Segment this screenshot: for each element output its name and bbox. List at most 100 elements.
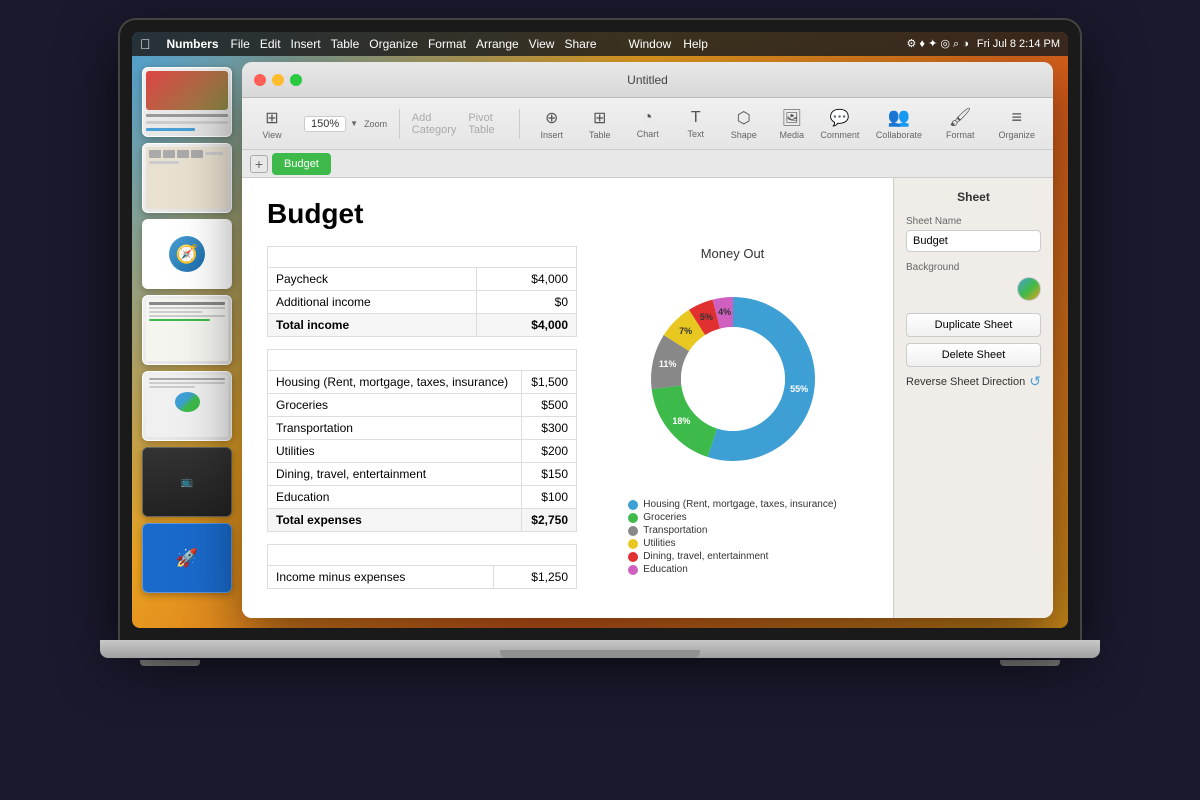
budget-tab[interactable]: Budget xyxy=(272,153,331,175)
menu-view[interactable]: View xyxy=(529,37,555,51)
toolbar-separator-1 xyxy=(399,109,400,139)
transportation-legend-dot xyxy=(628,526,638,536)
dining-value: $150 xyxy=(522,463,577,486)
money-out-table: Money Out Housing (Rent, mortgage, taxes… xyxy=(267,349,577,532)
menu-organize[interactable]: Organize xyxy=(369,37,418,51)
thumbnail-1[interactable] xyxy=(142,67,232,137)
transportation-label: Transportation xyxy=(268,417,522,440)
menubar-datetime: Fri Jul 8 2:14 PM xyxy=(977,38,1060,50)
table-row: Additional income $0 xyxy=(268,291,577,314)
thumbnail-safari[interactable]: 🧭 xyxy=(142,219,232,289)
education-legend-label: Education xyxy=(643,564,687,575)
maximize-button[interactable] xyxy=(290,74,302,86)
education-pct: 4% xyxy=(718,307,731,317)
zoom-control[interactable]: 150% ▼ Zoom xyxy=(304,116,387,132)
reverse-sheet-label: Reverse Sheet Direction xyxy=(906,376,1025,388)
shape-icon: ⬡ xyxy=(737,108,751,128)
media-button[interactable]: 🖼 Media xyxy=(772,104,812,144)
chart-title: Money Out xyxy=(597,246,868,261)
insert-icon: ⊕ xyxy=(545,108,558,128)
text-button[interactable]: T Text xyxy=(676,105,716,143)
money-left-table: Money Left Over Income minus expenses $1… xyxy=(267,544,577,589)
thumbnail-2[interactable] xyxy=(142,143,232,213)
education-legend-dot xyxy=(628,565,638,575)
comment-icon: 💬 xyxy=(830,108,850,128)
add-sheet-button[interactable]: + xyxy=(250,155,268,173)
money-out-header-cell: Money Out xyxy=(268,350,577,371)
menu-edit[interactable]: Edit xyxy=(260,37,281,51)
menu-share[interactable]: Share xyxy=(564,37,596,51)
menubar:  Numbers File Edit Insert Table Organiz… xyxy=(132,32,1068,56)
housing-value: $1,500 xyxy=(522,371,577,394)
apple-logo-icon[interactable]:  xyxy=(140,36,151,52)
table-row: Dining, travel, entertainment $150 xyxy=(268,463,577,486)
media-icon: 🖼 xyxy=(782,108,802,128)
thumbnail-launchpad[interactable]: 🚀 xyxy=(142,523,232,593)
income-minus-value: $1,250 xyxy=(494,566,577,589)
utilities-value: $200 xyxy=(522,440,577,463)
money-out-header: Money Out xyxy=(268,350,577,371)
toolbar-right: 👥 Collaborate 🖌 Format ≡ Organize xyxy=(868,103,1043,144)
view-icon: ⊞ xyxy=(265,108,278,128)
utilities-pct: 7% xyxy=(679,326,692,336)
menubar-app-name[interactable]: Numbers xyxy=(167,37,219,51)
housing-legend-dot xyxy=(628,500,638,510)
sheet-name-input[interactable] xyxy=(906,230,1041,252)
format-button[interactable]: 🖌 Format xyxy=(938,103,983,144)
insert-button[interactable]: ⊕ Insert xyxy=(532,104,572,144)
pivot-table-btn[interactable]: Pivot Table xyxy=(468,112,507,136)
utilities-legend-dot xyxy=(628,539,638,549)
macbook-base xyxy=(100,640,1100,658)
table-row: Education $100 xyxy=(268,486,577,509)
donut-hole xyxy=(681,327,785,431)
minimize-button[interactable] xyxy=(272,74,284,86)
dining-label: Dining, travel, entertainment xyxy=(268,463,522,486)
chart-button[interactable]: ◔ Chart xyxy=(628,105,668,143)
panel-title: Sheet xyxy=(906,190,1041,204)
organize-button[interactable]: ≡ Organize xyxy=(990,103,1043,144)
menu-file[interactable]: File xyxy=(231,37,250,51)
table-button[interactable]: ⊞ Table xyxy=(580,104,620,144)
shape-button[interactable]: ⬡ Shape xyxy=(724,104,764,144)
delete-sheet-button[interactable]: Delete Sheet xyxy=(906,343,1041,367)
money-in-header: Money In xyxy=(268,247,577,268)
close-button[interactable] xyxy=(254,74,266,86)
menu-help[interactable]: Help xyxy=(683,37,708,51)
right-foot xyxy=(1000,660,1060,666)
zoom-value[interactable]: 150% xyxy=(304,116,346,132)
thumbnail-4[interactable] xyxy=(142,371,232,441)
zoom-chevron-icon: ▼ xyxy=(350,119,358,128)
utilities-label: Utilities xyxy=(268,440,522,463)
menu-format[interactable]: Format xyxy=(428,37,466,51)
spreadsheet-content: Budget Money In Payche xyxy=(267,198,868,601)
menu-arrange[interactable]: Arrange xyxy=(476,37,519,51)
menu-table[interactable]: Table xyxy=(331,37,360,51)
window-title: Untitled xyxy=(627,73,668,87)
menubar-right: ⚙ ♦ ✦ ◎ ⌕ ◑ Fri Jul 8 2:14 PM xyxy=(906,37,1060,51)
collaborate-button[interactable]: 👥 Collaborate xyxy=(868,103,930,144)
spreadsheet-area[interactable]: Budget Money In Payche xyxy=(242,178,893,618)
chart-icon: ◔ xyxy=(643,109,653,127)
background-label: Background xyxy=(906,262,1041,273)
thumbnail-3[interactable] xyxy=(142,295,232,365)
menubar-icons: ⚙ ♦ ✦ ◎ ⌕ ◑ xyxy=(906,37,968,51)
view-button[interactable]: ⊞ View xyxy=(252,104,292,144)
toolbar: ⊞ View 150% ▼ Zoom Add Category Pivot Ta… xyxy=(242,98,1053,150)
comment-button[interactable]: 💬 Comment xyxy=(820,104,860,144)
groceries-legend-dot xyxy=(628,513,638,523)
paycheck-value: $4,000 xyxy=(476,268,576,291)
menu-window[interactable]: Window xyxy=(629,37,672,51)
add-category-btn[interactable]: Add Category xyxy=(412,112,461,136)
thumbnail-5[interactable]: 📺 xyxy=(142,447,232,517)
macbook:  Numbers File Edit Insert Table Organiz… xyxy=(50,20,1150,780)
sheet-tabs: + Budget xyxy=(242,150,1053,178)
donut-chart-container: 55%18%11%7%5%4% Housing (Rent, mortgage,… xyxy=(597,269,868,577)
menu-insert[interactable]: Insert xyxy=(291,37,321,51)
background-color-button[interactable] xyxy=(1017,277,1041,301)
duplicate-sheet-button[interactable]: Duplicate Sheet xyxy=(906,313,1041,337)
additional-income-label: Additional income xyxy=(268,291,477,314)
reverse-sheet-icon[interactable]: ↺ xyxy=(1029,373,1041,390)
screen-inner:  Numbers File Edit Insert Table Organiz… xyxy=(132,32,1068,628)
dining-legend-dot xyxy=(628,552,638,562)
money-in-header-cell: Money In xyxy=(268,247,577,268)
